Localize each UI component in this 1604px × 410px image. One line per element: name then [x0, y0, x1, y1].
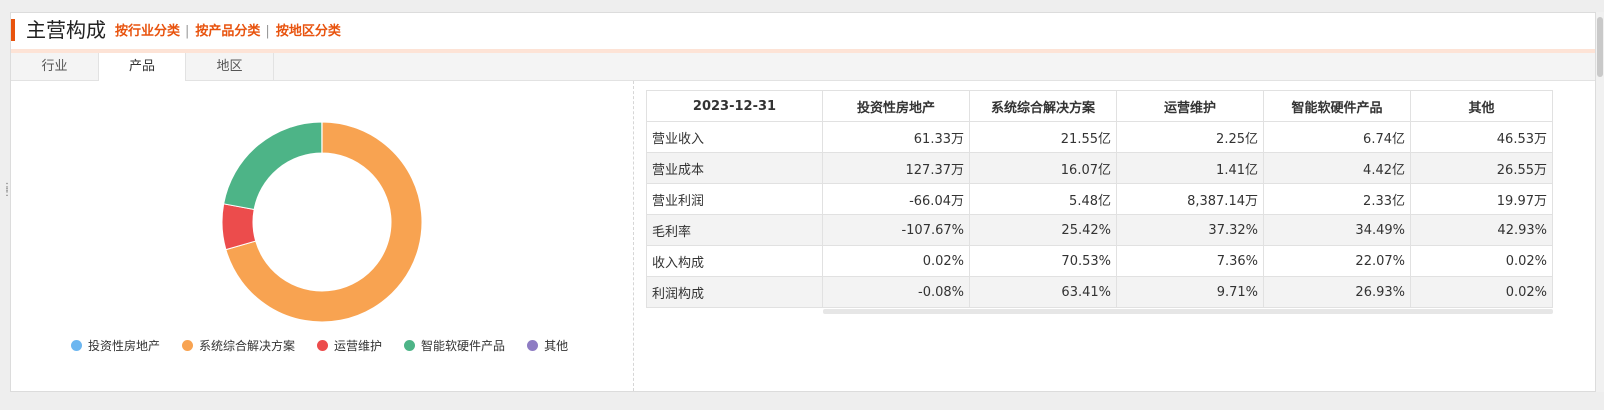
table-cell: -0.08%: [822, 276, 970, 308]
table-cell: 9.71%: [1116, 276, 1264, 308]
table-cell: 16.07亿: [969, 152, 1117, 184]
link-by-region[interactable]: 按地区分类: [276, 24, 341, 39]
table-row: 收入构成 0.02% 70.53% 7.36% 22.07% 0.02%: [646, 245, 1553, 277]
table-cell: 70.53%: [969, 245, 1117, 277]
data-table: 2023-12-31 投资性房地产 系统综合解决方案 运营维护 智能软硬件产品 其他 营业…: [646, 90, 1553, 308]
legend-label: 系统综合解决方案: [199, 339, 296, 353]
link-separator: |: [265, 24, 270, 39]
legend-label: 智能软硬件产品: [421, 339, 506, 353]
row-label: 毛利率: [646, 214, 823, 246]
legend-dot-icon: [182, 340, 194, 351]
table-row: 利润构成 -0.08% 63.41% 9.71% 26.93% 0.02%: [646, 276, 1553, 308]
table-cell: 2.33亿: [1263, 183, 1411, 215]
link-separator: |: [185, 24, 190, 39]
table-cell: -66.04万: [822, 183, 970, 215]
legend-dot-icon: [527, 340, 539, 351]
row-label: 营业利润: [646, 183, 823, 215]
table-cell: 34.49%: [1263, 214, 1411, 246]
table-cell: 6.74亿: [1263, 121, 1411, 153]
main-composition-panel: 主营构成 按行业分类 | 按产品分类 | 按地区分类 行业 产品 地区 投资性房地产 系统…: [10, 12, 1596, 392]
title-accent-bar: [11, 19, 15, 41]
legend-dot-icon: [317, 340, 329, 351]
resize-handle-icon[interactable]: ⋮ ⋮: [2, 183, 12, 198]
table-cell: 22.07%: [1263, 245, 1411, 277]
table-cell: 25.42%: [969, 214, 1117, 246]
table-cell: 19.97万: [1410, 183, 1553, 215]
table-column-header: 其他: [1410, 90, 1553, 122]
legend-label: 其他: [544, 339, 569, 353]
table-cell: 63.41%: [969, 276, 1117, 308]
table-cell: 0.02%: [1410, 245, 1553, 277]
table-cell: 5.48亿: [969, 183, 1117, 215]
tab-bar: 行业 产品 地区: [11, 53, 1595, 81]
table-row: 营业成本 127.37万 16.07亿 1.41亿 4.42亿 26.55万: [646, 152, 1553, 184]
table-cell: 61.33万: [822, 121, 970, 153]
panel-header: 主营构成 按行业分类 | 按产品分类 | 按地区分类: [11, 13, 1595, 53]
legend-item[interactable]: 投资性房地产: [71, 337, 160, 354]
legend-label: 运营维护: [334, 339, 383, 353]
table-cell: 0.02%: [822, 245, 970, 277]
classification-links: 按行业分类 | 按产品分类 | 按地区分类: [115, 24, 341, 40]
table-cell: 0.02%: [1410, 276, 1553, 308]
table-cell: 4.42亿: [1263, 152, 1411, 184]
table-cell: 46.53万: [1410, 121, 1553, 153]
legend-label: 投资性房地产: [88, 339, 161, 353]
table-cell: 7.36%: [1116, 245, 1264, 277]
table-cell: 42.93%: [1410, 214, 1553, 246]
page-scrollbar-thumb[interactable]: [1597, 17, 1603, 77]
table-cell: 1.41亿: [1116, 152, 1264, 184]
table-cell: 8,387.14万: [1116, 183, 1264, 215]
link-by-industry[interactable]: 按行业分类: [115, 24, 180, 39]
table-scrollbar[interactable]: [823, 309, 1553, 314]
table-header-row: 2023-12-31 投资性房地产 系统综合解决方案 运营维护 智能软硬件产品 其他: [646, 90, 1553, 122]
row-label: 利润构成: [646, 276, 823, 308]
table-cell: 21.55亿: [969, 121, 1117, 153]
table-date-header: 2023-12-31: [646, 90, 823, 122]
legend-dot-icon: [404, 340, 416, 351]
donut-slice[interactable]: [221, 203, 257, 251]
table-column-header: 运营维护: [1116, 90, 1264, 122]
donut-chart: [221, 121, 423, 323]
tab-industry[interactable]: 行业: [11, 53, 99, 80]
row-label: 收入构成: [646, 245, 823, 277]
table-cell: -107.67%: [822, 214, 970, 246]
table-cell: 127.37万: [822, 152, 970, 184]
table-row: 毛利率 -107.67% 25.42% 37.32% 34.49% 42.93%: [646, 214, 1553, 246]
legend-item[interactable]: 系统综合解决方案: [182, 337, 295, 354]
chart-area: 投资性房地产 系统综合解决方案 运营维护 智能软硬件产品 其他: [11, 81, 633, 391]
legend-item[interactable]: 智能软硬件产品: [404, 337, 505, 354]
table-cell: 26.93%: [1263, 276, 1411, 308]
link-by-product[interactable]: 按产品分类: [195, 24, 260, 39]
table-cell: 2.25亿: [1116, 121, 1264, 153]
table-column-header: 智能软硬件产品: [1263, 90, 1411, 122]
section-divider: [633, 81, 634, 391]
table-row: 营业收入 61.33万 21.55亿 2.25亿 6.74亿 46.53万: [646, 121, 1553, 153]
legend-item[interactable]: 运营维护: [317, 337, 382, 354]
legend-dot-icon: [71, 340, 82, 351]
table-column-header: 系统综合解决方案: [969, 90, 1117, 122]
tab-region[interactable]: 地区: [186, 53, 274, 80]
table-cell: 37.32%: [1116, 214, 1264, 246]
table-cell: 26.55万: [1410, 152, 1553, 184]
chart-legend: 投资性房地产 系统综合解决方案 运营维护 智能软硬件产品 其他: [71, 337, 590, 357]
page-scrollbar[interactable]: [1596, 12, 1604, 392]
tab-product[interactable]: 产品: [98, 53, 186, 81]
panel-title: 主营构成: [26, 18, 106, 42]
donut-slice[interactable]: [223, 121, 323, 211]
row-label: 营业成本: [646, 152, 823, 184]
legend-item[interactable]: 其他: [527, 337, 568, 354]
row-label: 营业收入: [646, 121, 823, 153]
table-row: 营业利润 -66.04万 5.48亿 8,387.14万 2.33亿 19.97万: [646, 183, 1553, 215]
table-column-header: 投资性房地产: [822, 90, 970, 122]
